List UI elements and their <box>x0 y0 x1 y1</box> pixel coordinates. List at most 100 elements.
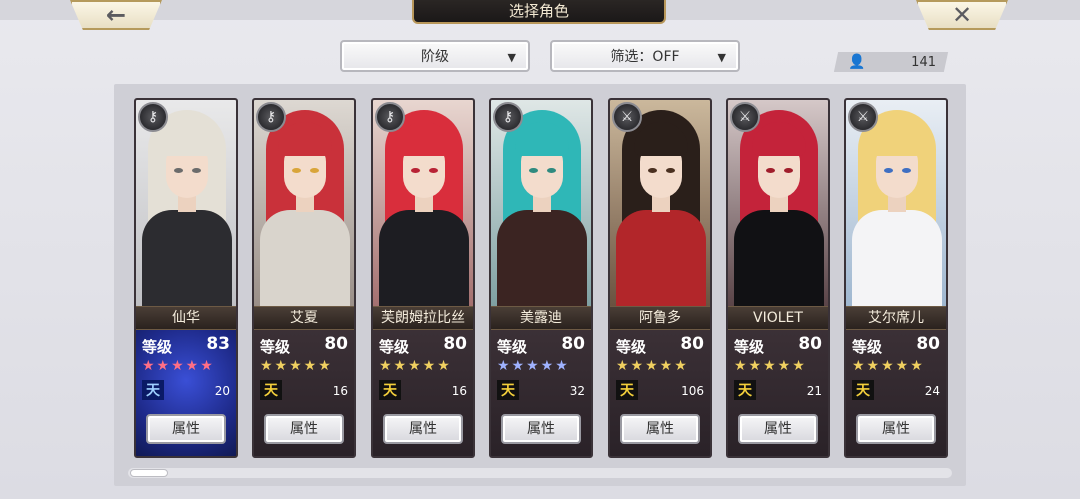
level-label: 等级 <box>616 338 647 356</box>
sub-value: 20 <box>214 384 230 398</box>
person-icon: 👤 <box>848 54 866 70</box>
sub-value: 24 <box>924 384 940 398</box>
star-rating: ★★★★★ <box>142 358 215 374</box>
attribute-button[interactable]: 属性 <box>383 414 463 444</box>
rank-tian-icon: 天 <box>734 380 756 400</box>
star-rating: ★★★★★ <box>734 358 807 374</box>
character-portrait[interactable]: ⚔ <box>728 100 828 306</box>
character-card[interactable]: ⚷ 芙朗姆拉比丝 等级 80 ★★★★★ 天 16 属性 <box>371 98 475 458</box>
key-icon: ⚷ <box>138 102 168 132</box>
portrait-eye <box>666 168 675 173</box>
sub-value: 16 <box>332 384 348 398</box>
character-portrait[interactable]: ⚔ <box>846 100 946 306</box>
portrait-eye <box>884 168 893 173</box>
star-rating: ★★★★★ <box>616 358 689 374</box>
level-value: 80 <box>443 334 467 354</box>
character-info: 等级 80 ★★★★★ 天 106 属性 <box>610 330 710 456</box>
portrait-eye <box>292 168 301 173</box>
sword-icon: ⚔ <box>612 102 642 132</box>
level-value: 80 <box>680 334 704 354</box>
character-name: VIOLET <box>728 306 828 330</box>
character-name: 艾夏 <box>254 306 354 330</box>
attribute-button[interactable]: 属性 <box>264 414 344 444</box>
character-info: 等级 80 ★★★★★ 天 16 属性 <box>254 330 354 456</box>
level-value: 80 <box>561 334 585 354</box>
portrait-body <box>379 210 469 306</box>
character-card[interactable]: ⚔ 阿鲁多 等级 80 ★★★★★ 天 106 属性 <box>608 98 712 458</box>
attribute-button[interactable]: 属性 <box>738 414 818 444</box>
character-info: 等级 80 ★★★★★ 天 24 属性 <box>846 330 946 456</box>
portrait-eye <box>547 168 556 173</box>
star-rating: ★★★★★ <box>379 358 452 374</box>
character-card[interactable]: ⚷ 美露迪 等级 80 ★★★★★ 天 32 属性 <box>489 98 593 458</box>
portrait-body <box>852 210 942 306</box>
character-name: 阿鲁多 <box>610 306 710 330</box>
character-card[interactable]: ⚷ 仙华 等级 83 ★★★★★ 天 20 属性 <box>134 98 238 458</box>
back-arrow-icon: ← <box>105 1 127 29</box>
sword-icon: ⚔ <box>730 102 760 132</box>
character-portrait[interactable]: ⚔ <box>610 100 710 306</box>
level-label: 等级 <box>260 338 291 356</box>
sub-value: 32 <box>569 384 585 398</box>
attribute-button[interactable]: 属性 <box>501 414 581 444</box>
portrait-eye <box>766 168 775 173</box>
character-info: 等级 80 ★★★★★ 天 16 属性 <box>373 330 473 456</box>
horizontal-scrollbar[interactable] <box>128 468 952 478</box>
attribute-button[interactable]: 属性 <box>620 414 700 444</box>
filter-label: 筛选：OFF <box>610 49 680 65</box>
back-button[interactable]: ← <box>70 0 162 30</box>
character-count: 141 <box>911 55 936 70</box>
character-card[interactable]: ⚷ 艾夏 等级 80 ★★★★★ 天 16 属性 <box>252 98 356 458</box>
character-portrait[interactable]: ⚷ <box>254 100 354 306</box>
portrait-body <box>616 210 706 306</box>
filter-dropdown[interactable]: 筛选：OFF ▼ <box>550 40 740 72</box>
sub-value: 16 <box>451 384 467 398</box>
level-value: 80 <box>798 334 822 354</box>
rank-tian-icon: 天 <box>616 380 638 400</box>
level-value: 83 <box>206 334 230 354</box>
star-rating: ★★★★★ <box>852 358 925 374</box>
portrait-eye <box>529 168 538 173</box>
character-info: 等级 80 ★★★★★ 天 21 属性 <box>728 330 828 456</box>
level-label: 等级 <box>852 338 883 356</box>
rank-sort-label: 阶级 <box>421 49 449 65</box>
character-card[interactable]: ⚔ VIOLET 等级 80 ★★★★★ 天 21 属性 <box>726 98 830 458</box>
scrollbar-thumb[interactable] <box>130 469 168 477</box>
attribute-button[interactable]: 属性 <box>856 414 936 444</box>
rank-tian-icon: 天 <box>379 380 401 400</box>
portrait-eye <box>902 168 911 173</box>
character-portrait[interactable]: ⚷ <box>373 100 473 306</box>
portrait-eye <box>648 168 657 173</box>
level-value: 80 <box>324 334 348 354</box>
portrait-eye <box>411 168 420 173</box>
portrait-body <box>260 210 350 306</box>
rank-sort-dropdown[interactable]: 阶级 ▼ <box>340 40 530 72</box>
portrait-eye <box>429 168 438 173</box>
character-name: 美露迪 <box>491 306 591 330</box>
rank-tian-icon: 天 <box>142 380 164 400</box>
character-name: 仙华 <box>136 306 236 330</box>
character-portrait[interactable]: ⚷ <box>136 100 236 306</box>
rank-tian-icon: 天 <box>852 380 874 400</box>
level-value: 80 <box>916 334 940 354</box>
portrait-body <box>142 210 232 306</box>
character-portrait[interactable]: ⚷ <box>491 100 591 306</box>
portrait-body <box>497 210 587 306</box>
portrait-eye <box>310 168 319 173</box>
level-label: 等级 <box>142 338 173 356</box>
character-name: 芙朗姆拉比丝 <box>373 306 473 330</box>
close-button[interactable]: ✕ <box>916 0 1008 30</box>
character-card[interactable]: ⚔ 艾尔席儿 等级 80 ★★★★★ 天 24 属性 <box>844 98 948 458</box>
rank-tian-icon: 天 <box>497 380 519 400</box>
close-icon: ✕ <box>951 1 973 29</box>
dropdown-arrow-icon: ▼ <box>507 51 516 64</box>
level-label: 等级 <box>734 338 765 356</box>
character-name: 艾尔席儿 <box>846 306 946 330</box>
key-icon: ⚷ <box>256 102 286 132</box>
star-rating: ★★★★★ <box>497 358 570 374</box>
attribute-button[interactable]: 属性 <box>146 414 226 444</box>
star-rating: ★★★★★ <box>260 358 333 374</box>
dropdown-arrow-icon: ▼ <box>717 51 726 64</box>
sub-value: 21 <box>806 384 822 398</box>
character-info: 等级 83 ★★★★★ 天 20 属性 <box>136 330 236 456</box>
